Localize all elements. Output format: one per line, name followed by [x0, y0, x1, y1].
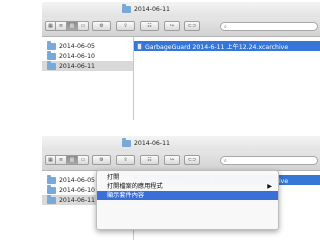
- folder-label: 2014-06-10: [59, 52, 95, 60]
- folder-icon: [47, 40, 56, 50]
- toolbar: ▦ ≡ ▥ ▭ ⚙ ⇪ ☷ ↪ ⊂⊃ ⌕: [42, 151, 320, 171]
- window-title-text: 2014-06-11: [134, 140, 170, 147]
- gear-icon: ⚙: [99, 23, 104, 29]
- archive-icon: [137, 42, 142, 50]
- folder-icon: [47, 194, 56, 204]
- share-icon: ⇪: [123, 157, 128, 163]
- title-bar[interactable]: 2014-06-11: [42, 136, 320, 151]
- window-title: 2014-06-11: [122, 4, 170, 13]
- folder-label: 2014-06-05: [59, 42, 95, 50]
- arrange-button[interactable]: ☷: [140, 21, 159, 31]
- tags-button[interactable]: ⊂⊃: [184, 21, 200, 31]
- share-arrow-icon: ↪: [169, 23, 175, 29]
- folder-icon: [122, 138, 131, 147]
- search-field[interactable]: ⌕: [220, 22, 318, 31]
- search-icon: ⌕: [224, 157, 227, 164]
- icon-view-icon[interactable]: ▦: [45, 155, 56, 165]
- share-icon: ⇪: [123, 23, 128, 29]
- view-switcher: ▦ ≡ ▥ ▭: [45, 21, 89, 31]
- tags-button[interactable]: ⊂⊃: [184, 155, 200, 165]
- file-column: GarbageGuard 2014-6-11 上午12.24.xcarchive: [134, 37, 320, 120]
- folder-label: 2014-06-11: [59, 62, 95, 70]
- folder-icon: [47, 184, 56, 194]
- column-view-icon[interactable]: ▥: [67, 21, 78, 31]
- arrange-icon: ☷: [147, 23, 152, 29]
- window-title-text: 2014-06-11: [134, 6, 170, 13]
- menu-item-label: 打開: [107, 174, 120, 181]
- context-menu: 打開 打開檔案的應用程式 ▶ 顯示套件內容: [96, 170, 279, 230]
- gear-icon: ⚙: [99, 157, 104, 163]
- file-label: GarbageGuard 2014-6-11 上午12.24.xcarchive: [145, 43, 289, 51]
- share-button[interactable]: ⇪: [116, 155, 135, 165]
- coverflow-view-icon[interactable]: ▭: [78, 155, 89, 165]
- folder-icon: [47, 174, 56, 184]
- folder-row-2014-06-10[interactable]: 2014-06-10: [42, 50, 133, 61]
- share-button[interactable]: ⇪: [116, 21, 135, 31]
- folder-icon: [47, 50, 56, 60]
- menu-item-open-with[interactable]: 打開檔案的應用程式 ▶: [97, 182, 278, 191]
- list-view-icon[interactable]: ≡: [56, 21, 67, 31]
- edit-tags-button[interactable]: ↪: [164, 21, 180, 31]
- folder-label: 2014-06-05: [59, 176, 95, 184]
- arrange-icon: ☷: [147, 157, 152, 163]
- tag-icon: ⊂⊃: [187, 157, 197, 163]
- folder-icon: [47, 60, 56, 70]
- submenu-arrow-icon: ▶: [267, 183, 272, 190]
- share-arrow-icon: ↪: [169, 157, 175, 163]
- folder-column: 2014-06-05 2014-06-10 2014-06-11: [42, 37, 134, 120]
- folder-label: 2014-06-11: [59, 196, 95, 204]
- menu-item-show-package-contents[interactable]: 顯示套件內容: [97, 191, 278, 200]
- menu-item-open[interactable]: 打開: [97, 173, 278, 182]
- folder-label: 2014-06-10: [59, 186, 95, 194]
- menu-item-label: 顯示套件內容: [107, 192, 145, 199]
- column-view-icon[interactable]: ▥: [67, 155, 78, 165]
- search-field[interactable]: ⌕: [220, 156, 318, 165]
- folder-icon: [122, 4, 131, 13]
- window-title: 2014-06-11: [122, 138, 170, 147]
- coverflow-view-icon[interactable]: ▭: [78, 21, 89, 31]
- icon-view-icon[interactable]: ▦: [45, 21, 56, 31]
- search-icon: ⌕: [224, 23, 227, 30]
- list-view-icon[interactable]: ≡: [56, 155, 67, 165]
- folder-row-2014-06-11[interactable]: 2014-06-11: [42, 60, 133, 71]
- action-button[interactable]: ⚙: [92, 21, 111, 31]
- toolbar: ▦ ≡ ▥ ▭ ⚙ ⇪ ☷ ↪ ⊂⊃ ⌕: [42, 17, 320, 37]
- view-switcher: ▦ ≡ ▥ ▭: [45, 155, 89, 165]
- file-row-xcarchive[interactable]: GarbageGuard 2014-6-11 上午12.24.xcarchive: [134, 41, 320, 51]
- action-button[interactable]: ⚙: [92, 155, 111, 165]
- title-bar[interactable]: 2014-06-11: [42, 2, 320, 17]
- arrange-button[interactable]: ☷: [140, 155, 159, 165]
- tag-icon: ⊂⊃: [187, 23, 197, 29]
- edit-tags-button[interactable]: ↪: [164, 155, 180, 165]
- finder-window-top: 2014-06-11 ▦ ≡ ▥ ▭ ⚙ ⇪ ☷ ↪ ⊂⊃ ⌕ 2014-06-…: [42, 2, 320, 120]
- folder-row-2014-06-05[interactable]: 2014-06-05: [42, 40, 133, 51]
- menu-item-label: 打開檔案的應用程式: [107, 183, 163, 190]
